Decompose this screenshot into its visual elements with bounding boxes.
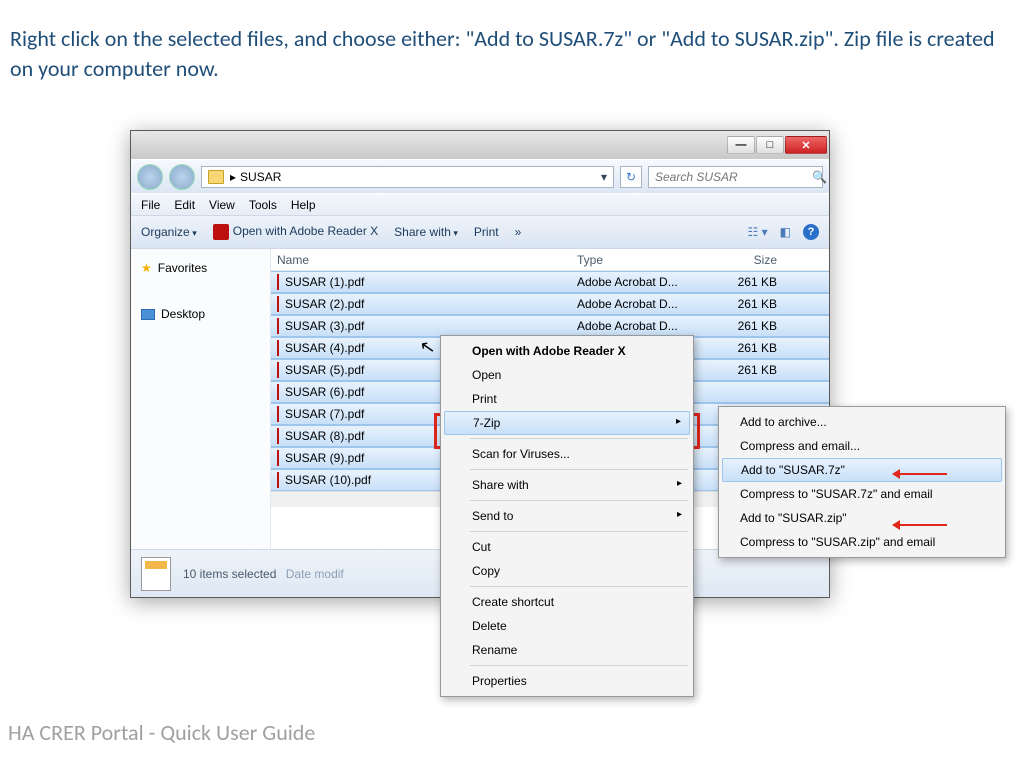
organize-button[interactable]: Organize bbox=[141, 225, 197, 239]
menu-bar: File Edit View Tools Help bbox=[131, 193, 829, 215]
status-count: 10 items selected bbox=[183, 567, 276, 581]
ctx-cut[interactable]: Cut bbox=[444, 535, 690, 559]
arrow-7z bbox=[895, 473, 947, 475]
status-date-label: Date modif bbox=[286, 567, 344, 581]
folder-icon bbox=[208, 170, 224, 184]
ctx-sendto[interactable]: Send to bbox=[444, 504, 690, 528]
col-size[interactable]: Size bbox=[717, 253, 787, 267]
pdf-file-icon bbox=[277, 340, 279, 356]
arrow-zip bbox=[895, 524, 947, 526]
pdf-file-icon bbox=[277, 472, 279, 488]
sub-add-archive[interactable]: Add to archive... bbox=[722, 410, 1002, 434]
sub-compress-zip[interactable]: Compress to "SUSAR.zip" and email bbox=[722, 530, 1002, 554]
menu-help[interactable]: Help bbox=[291, 198, 316, 212]
preview-pane-icon[interactable]: ◧ bbox=[780, 225, 791, 239]
pdf-file-icon bbox=[277, 362, 279, 378]
menu-edit[interactable]: Edit bbox=[174, 198, 195, 212]
ctx-delete[interactable]: Delete bbox=[444, 614, 690, 638]
sidebar: ★Favorites Desktop bbox=[131, 249, 271, 549]
titlebar: — □ ✕ bbox=[131, 131, 829, 159]
column-headers: Name Type Size bbox=[271, 249, 829, 271]
ctx-scan[interactable]: Scan for Viruses... bbox=[444, 442, 690, 466]
breadcrumb-text: SUSAR bbox=[240, 170, 281, 184]
sidebar-favorites[interactable]: ★Favorites bbox=[131, 257, 270, 279]
maximize-button[interactable]: □ bbox=[756, 136, 784, 154]
sub-compress-email[interactable]: Compress and email... bbox=[722, 434, 1002, 458]
menu-tools[interactable]: Tools bbox=[249, 198, 277, 212]
forward-button[interactable] bbox=[169, 164, 195, 190]
pdf-file-icon bbox=[277, 318, 279, 334]
share-with-button[interactable]: Share with bbox=[394, 225, 458, 239]
print-button[interactable]: Print bbox=[474, 225, 499, 239]
ctx-properties[interactable]: Properties bbox=[444, 669, 690, 693]
pdf-file-icon bbox=[277, 428, 279, 444]
table-row[interactable]: SUSAR (3).pdfAdobe Acrobat D...261 KB bbox=[271, 315, 829, 337]
menu-file[interactable]: File bbox=[141, 198, 160, 212]
open-with-button[interactable]: Open with Adobe Reader X bbox=[213, 224, 378, 240]
context-menu: Open with Adobe Reader X Open Print 7-Zi… bbox=[440, 335, 694, 697]
help-icon[interactable]: ? bbox=[803, 224, 819, 240]
ctx-rename[interactable]: Rename bbox=[444, 638, 690, 662]
table-row[interactable]: SUSAR (2).pdfAdobe Acrobat D...261 KB bbox=[271, 293, 829, 315]
instruction-text: Right click on the selected files, and c… bbox=[0, 0, 1024, 83]
footer-text: HA CRER Portal - Quick User Guide bbox=[8, 719, 315, 746]
ctx-share[interactable]: Share with bbox=[444, 473, 690, 497]
ctx-print[interactable]: Print bbox=[444, 387, 690, 411]
col-name[interactable]: Name bbox=[277, 253, 577, 267]
search-input[interactable] bbox=[655, 170, 812, 184]
toolbar: Organize Open with Adobe Reader X Share … bbox=[131, 215, 829, 249]
breadcrumb-dropdown-icon[interactable]: ▾ bbox=[601, 170, 607, 184]
selection-thumbnail bbox=[141, 557, 171, 591]
minimize-button[interactable]: — bbox=[727, 136, 755, 154]
table-row[interactable]: SUSAR (1).pdfAdobe Acrobat D...261 KB bbox=[271, 271, 829, 293]
pdf-file-icon bbox=[277, 406, 279, 422]
close-button[interactable]: ✕ bbox=[785, 136, 827, 154]
nav-bar: ▸ SUSAR ▾ ↻ 🔍 bbox=[131, 159, 829, 193]
ctx-open[interactable]: Open bbox=[444, 363, 690, 387]
pdf-icon bbox=[213, 224, 229, 240]
back-button[interactable] bbox=[137, 164, 163, 190]
7zip-submenu: Add to archive... Compress and email... … bbox=[718, 406, 1006, 558]
star-icon: ★ bbox=[141, 261, 152, 275]
pdf-file-icon bbox=[277, 450, 279, 466]
more-button[interactable]: » bbox=[515, 225, 522, 239]
pdf-file-icon bbox=[277, 296, 279, 312]
search-icon: 🔍 bbox=[812, 170, 827, 184]
view-options-icon[interactable]: ☷ ▾ bbox=[748, 225, 768, 239]
sub-add-zip[interactable]: Add to "SUSAR.zip" bbox=[722, 506, 1002, 530]
ctx-open-reader[interactable]: Open with Adobe Reader X bbox=[444, 339, 690, 363]
breadcrumb[interactable]: ▸ SUSAR ▾ bbox=[201, 166, 614, 188]
ctx-7zip[interactable]: 7-Zip bbox=[444, 411, 690, 435]
search-box[interactable]: 🔍 bbox=[648, 166, 823, 188]
sidebar-desktop[interactable]: Desktop bbox=[131, 303, 270, 325]
ctx-copy[interactable]: Copy bbox=[444, 559, 690, 583]
desktop-icon bbox=[141, 309, 155, 320]
col-type[interactable]: Type bbox=[577, 253, 717, 267]
refresh-button[interactable]: ↻ bbox=[620, 166, 642, 188]
sub-compress-7z[interactable]: Compress to "SUSAR.7z" and email bbox=[722, 482, 1002, 506]
pdf-file-icon bbox=[277, 384, 279, 400]
menu-view[interactable]: View bbox=[209, 198, 235, 212]
ctx-shortcut[interactable]: Create shortcut bbox=[444, 590, 690, 614]
sub-add-7z[interactable]: Add to "SUSAR.7z" bbox=[722, 458, 1002, 482]
pdf-file-icon bbox=[277, 274, 279, 290]
